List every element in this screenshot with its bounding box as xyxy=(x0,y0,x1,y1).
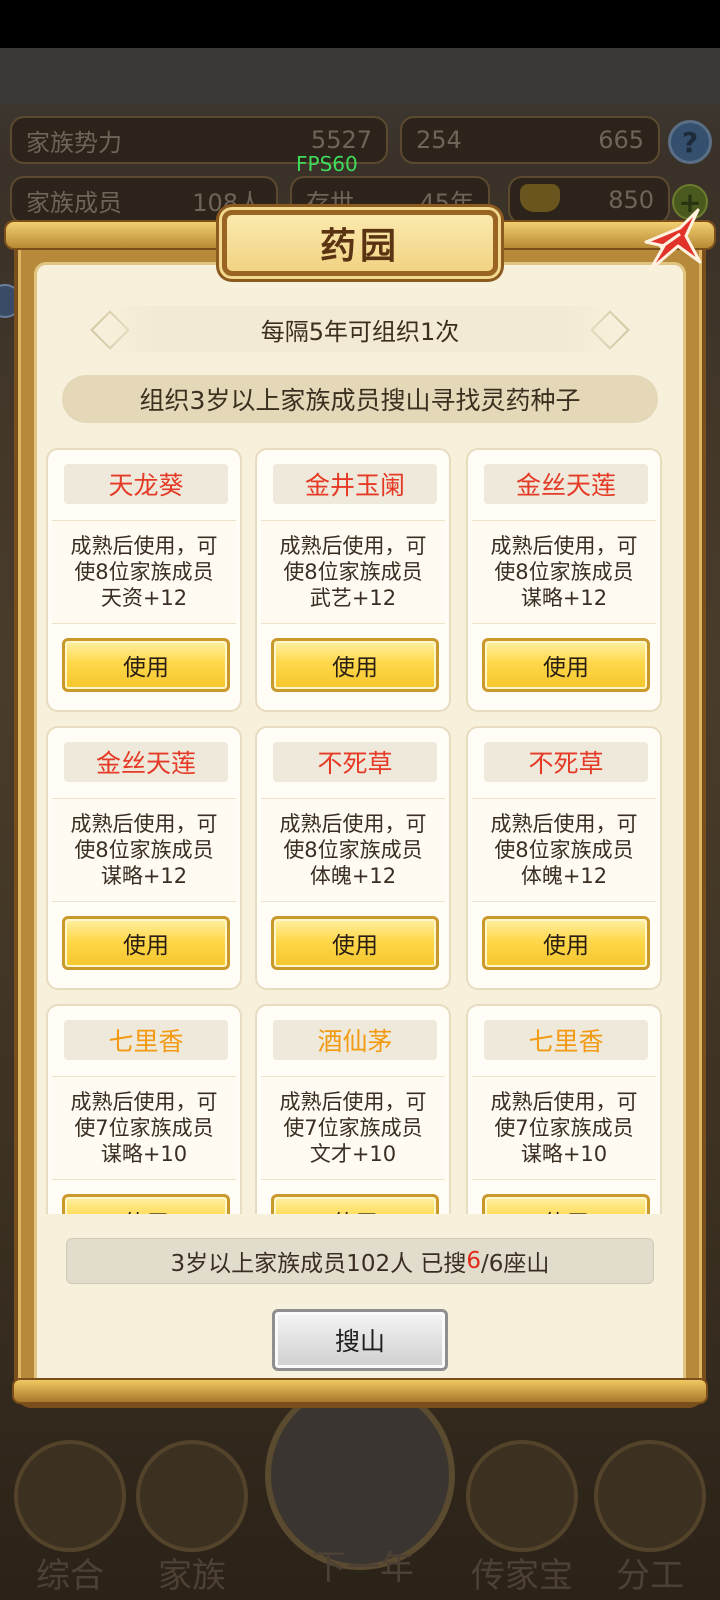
use-button[interactable]: 使用 xyxy=(271,916,439,970)
herb-description: 成熟后使用，可 使8位家族成员 天资+12 xyxy=(52,520,236,624)
family-power-label: 家族势力 xyxy=(26,128,122,157)
resource-1-value: 254 xyxy=(416,126,462,154)
summary-prefix: 3岁以上家族成员102人 已搜 xyxy=(170,1251,467,1277)
herb-name: 七里香 xyxy=(484,1020,648,1060)
herb-card: 天龙葵 成熟后使用，可 使8位家族成员 天资+12 使用 xyxy=(46,448,242,712)
herb-name: 金井玉阑 xyxy=(273,464,437,504)
use-button[interactable]: 使用 xyxy=(482,916,650,970)
desc-line: 谋略+12 xyxy=(520,586,608,610)
herb-description: 成熟后使用，可 使7位家族成员 谋略+10 xyxy=(472,1076,656,1180)
desc-line: 武艺+12 xyxy=(309,586,397,610)
description-banner: 组织3岁以上家族成员搜山寻找灵药种子 xyxy=(62,375,658,423)
use-button[interactable]: 使用 xyxy=(271,1194,439,1214)
summary-searched-count: 6 xyxy=(466,1248,482,1274)
desc-line: 成熟后使用，可 xyxy=(70,812,218,836)
desc-line: 成熟后使用，可 xyxy=(279,812,427,836)
nav-assignment[interactable]: 分工 xyxy=(590,1440,710,1596)
use-button[interactable]: 使用 xyxy=(482,1194,650,1214)
desc-line: 成熟后使用，可 xyxy=(279,534,427,558)
desc-line: 使8位家族成员 xyxy=(494,560,634,584)
use-button[interactable]: 使用 xyxy=(482,638,650,692)
herb-description: 成熟后使用，可 使8位家族成员 谋略+12 xyxy=(472,520,656,624)
search-mountain-button[interactable]: 搜山 xyxy=(272,1309,448,1371)
herb-description: 成熟后使用，可 使8位家族成员 体魄+12 xyxy=(472,798,656,902)
herb-name: 天龙葵 xyxy=(64,464,228,504)
nav-overview[interactable]: 综合 xyxy=(10,1440,130,1596)
desc-line: 使7位家族成员 xyxy=(283,1116,423,1140)
temple-icon xyxy=(136,1440,248,1552)
herb-description: 成熟后使用，可 使7位家族成员 文才+10 xyxy=(261,1076,445,1180)
status-bar xyxy=(0,0,720,48)
nav-assignment-label: 分工 xyxy=(616,1556,684,1596)
desc-line: 成熟后使用，可 xyxy=(279,1090,427,1114)
desc-line: 文才+10 xyxy=(309,1142,397,1166)
fps-counter: FPS60 xyxy=(296,152,358,176)
herb-name: 不死草 xyxy=(484,742,648,782)
desc-line: 成熟后使用，可 xyxy=(490,1090,638,1114)
dialog-bottom-rail xyxy=(12,1378,708,1404)
desc-line: 使8位家族成员 xyxy=(494,838,634,862)
gold-ingot-icon xyxy=(520,184,560,212)
herb-card: 七里香 成熟后使用，可 使7位家族成员 谋略+10 使用 xyxy=(466,1004,662,1214)
next-year-label: 下一年 xyxy=(312,1548,414,1588)
top-strip xyxy=(0,48,720,104)
herb-card-grid[interactable]: 天龙葵 成熟后使用，可 使8位家族成员 天资+12 使用 金井玉阑 成熟后使用，… xyxy=(44,448,676,1214)
family-members-label: 家族成员 xyxy=(26,188,122,217)
herb-name: 酒仙茅 xyxy=(273,1020,437,1060)
herb-description: 成熟后使用，可 使8位家族成员 体魄+12 xyxy=(261,798,445,902)
resource-2-value: 665 xyxy=(598,126,644,154)
use-button[interactable]: 使用 xyxy=(62,916,230,970)
herb-card: 七里香 成熟后使用，可 使7位家族成员 谋略+10 使用 xyxy=(46,1004,242,1214)
desc-line: 使8位家族成员 xyxy=(74,838,214,862)
jade-icon xyxy=(466,1440,578,1552)
help-icon[interactable]: ? xyxy=(668,120,712,164)
use-button[interactable]: 使用 xyxy=(62,638,230,692)
desc-line: 体魄+12 xyxy=(309,864,397,888)
herb-name: 金丝天莲 xyxy=(64,742,228,782)
desc-line: 谋略+12 xyxy=(100,864,188,888)
herb-name: 七里香 xyxy=(64,1020,228,1060)
search-summary: 3岁以上家族成员102人 已搜 6 /6座山 xyxy=(66,1238,654,1284)
desc-line: 使8位家族成员 xyxy=(283,560,423,584)
desc-line: 谋略+10 xyxy=(520,1142,608,1166)
nav-family-label: 家族 xyxy=(158,1556,226,1596)
scroll-icon xyxy=(14,1440,126,1552)
people-icon xyxy=(594,1440,706,1552)
desc-line: 成熟后使用，可 xyxy=(490,534,638,558)
herb-card: 金丝天莲 成熟后使用，可 使8位家族成员 谋略+12 使用 xyxy=(466,448,662,712)
dialog-title: 药园 xyxy=(222,210,498,276)
herb-description: 成熟后使用，可 使7位家族成员 谋略+10 xyxy=(52,1076,236,1180)
herb-card: 酒仙茅 成熟后使用，可 使7位家族成员 文才+10 使用 xyxy=(255,1004,451,1214)
desc-line: 天资+12 xyxy=(100,586,188,610)
herb-name: 不死草 xyxy=(273,742,437,782)
interval-banner: 每隔5年可组织1次 xyxy=(96,306,624,352)
desc-line: 使7位家族成员 xyxy=(74,1116,214,1140)
desc-line: 成熟后使用，可 xyxy=(70,1090,218,1114)
herb-description: 成熟后使用，可 使8位家族成员 谋略+12 xyxy=(52,798,236,902)
desc-line: 使7位家族成员 xyxy=(494,1116,634,1140)
herb-name: 金丝天莲 xyxy=(484,464,648,504)
use-button[interactable]: 使用 xyxy=(62,1194,230,1214)
desc-line: 使8位家族成员 xyxy=(283,838,423,862)
herb-card: 不死草 成熟后使用，可 使8位家族成员 体魄+12 使用 xyxy=(466,726,662,990)
herb-card: 金井玉阑 成熟后使用，可 使8位家族成员 武艺+12 使用 xyxy=(255,448,451,712)
nav-overview-label: 综合 xyxy=(36,1556,104,1596)
desc-line: 成熟后使用，可 xyxy=(490,812,638,836)
family-power-value: 5527 xyxy=(310,126,372,154)
resource-bar: 254 665 xyxy=(400,116,660,164)
herb-card: 金丝天莲 成熟后使用，可 使8位家族成员 谋略+12 使用 xyxy=(46,726,242,990)
nav-heirloom-label: 传家宝 xyxy=(471,1556,573,1596)
desc-line: 谋略+10 xyxy=(100,1142,188,1166)
desc-line: 使8位家族成员 xyxy=(74,560,214,584)
desc-line: 成熟后使用，可 xyxy=(70,534,218,558)
summary-suffix: /6座山 xyxy=(481,1251,550,1277)
herb-description: 成熟后使用，可 使8位家族成员 武艺+12 xyxy=(261,520,445,624)
nav-family[interactable]: 家族 xyxy=(132,1440,252,1596)
use-button[interactable]: 使用 xyxy=(271,638,439,692)
nav-heirloom[interactable]: 传家宝 xyxy=(462,1440,582,1596)
herb-card: 不死草 成熟后使用，可 使8位家族成员 体魄+12 使用 xyxy=(255,726,451,990)
close-icon[interactable] xyxy=(640,206,704,276)
desc-line: 体魄+12 xyxy=(520,864,608,888)
